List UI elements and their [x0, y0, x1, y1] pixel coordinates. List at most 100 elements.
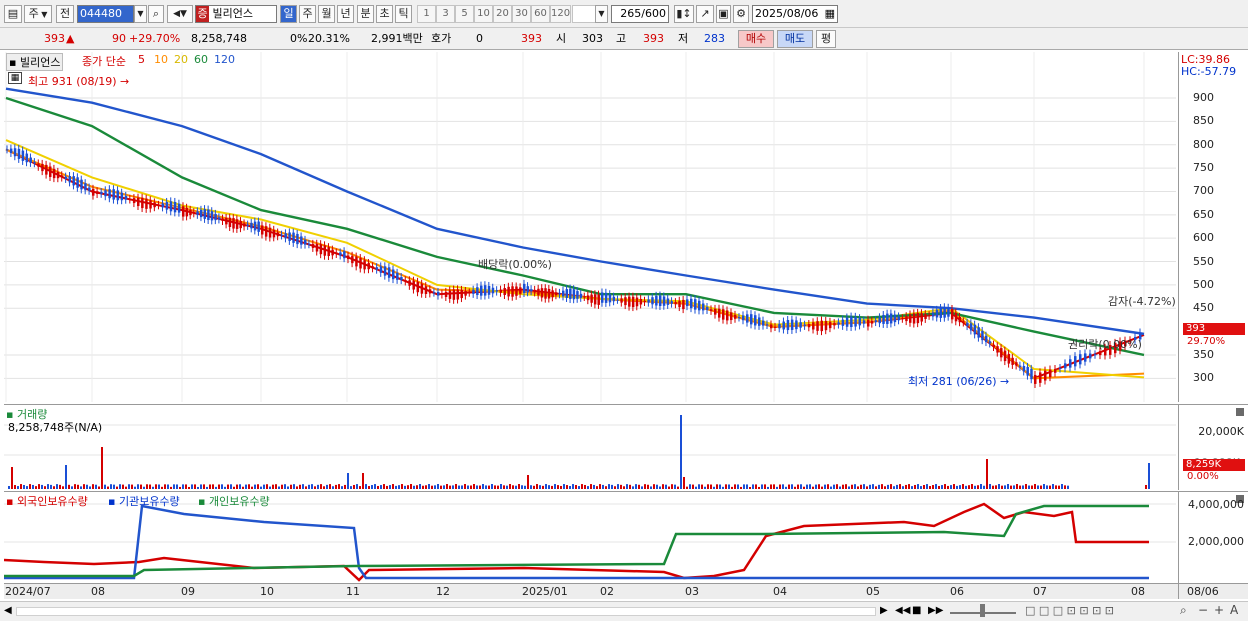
price-legend-name[interactable]: ▪ 빌리언스: [6, 53, 64, 71]
interval-30-button[interactable]: 30: [512, 5, 531, 23]
save-icon[interactable]: ▣: [716, 5, 731, 23]
candle-body: [112, 189, 115, 200]
interval-10-button[interactable]: 10: [474, 5, 493, 23]
holdings-y-axis[interactable]: 4,000,000 2,000,000: [1178, 491, 1248, 583]
volume-bar: [941, 485, 943, 489]
eval-button[interactable]: 평: [816, 30, 836, 48]
sell-button[interactable]: 매도: [777, 30, 813, 48]
stock-code-input[interactable]: 044480: [77, 5, 134, 23]
interval-60-button[interactable]: 60: [531, 5, 550, 23]
code-dropdown-icon[interactable]: ▼: [134, 5, 147, 23]
volume-bar: [851, 484, 853, 489]
volume-chart[interactable]: [4, 405, 1178, 491]
interval-dropdown-icon[interactable]: ▼: [595, 5, 608, 23]
bottom-scrollbar[interactable]: ◀ ▶ ◀◀ ■ ▶▶ □ □ □ ⊡ ⊡ ⊡ ⊡ ⌕ − + A: [0, 601, 1248, 621]
candle-body: [1069, 359, 1072, 368]
volume-bar: [470, 485, 472, 489]
candle-body: [558, 292, 561, 295]
volume-bar: [161, 486, 163, 489]
price-y-axis[interactable]: LC:39.86 HC:-57.79 900 850 800 750 700 650 600…: [1178, 52, 1248, 402]
volume-bar: [329, 484, 331, 489]
volume-bar: [755, 484, 757, 489]
period-minute-button[interactable]: 분: [357, 5, 374, 23]
interval-1-button[interactable]: 1: [417, 5, 436, 23]
candle-body: [935, 309, 939, 318]
price-tick: 750: [1193, 161, 1214, 175]
price-chart[interactable]: [4, 52, 1178, 402]
stock-name-field[interactable]: 증 빌리언스: [195, 5, 277, 23]
date-field[interactable]: 2025/08/06 ▦: [752, 5, 838, 23]
candle-body: [702, 303, 705, 311]
volume-bar: [761, 484, 763, 489]
price-panel[interactable]: ▪ 빌리언스 종가 단순 5 10 20 60 120 ▦ 최고 931 (08…: [4, 52, 1178, 402]
volume-bar: [857, 486, 859, 489]
period-week-button[interactable]: 주: [299, 5, 316, 23]
calendar-icon[interactable]: ▦: [825, 6, 835, 22]
interval-3-button[interactable]: 3: [436, 5, 455, 23]
chart-type-icon[interactable]: ▮↕: [674, 5, 694, 23]
hold-tick-2m: 2,000,000: [1188, 535, 1244, 548]
zoom-out-icon[interactable]: −: [1198, 603, 1208, 617]
candle-body: [782, 321, 785, 330]
sound-icon[interactable]: ◀▼: [167, 5, 193, 23]
holdings-panel[interactable]: ▪ 외국인보유수량 ▪ 기관보유수량 ▪ 개인보유수량: [4, 491, 1178, 583]
bar-count-field[interactable]: 265/600: [611, 5, 669, 23]
period-second-button[interactable]: 초: [376, 5, 393, 23]
gear-icon[interactable]: ⚙: [733, 5, 749, 23]
volume-bar: [671, 484, 673, 489]
volume-bar: [713, 486, 715, 489]
scroll-right-icon[interactable]: ▶: [880, 605, 888, 616]
zoom-search-icon[interactable]: ⌕: [1180, 603, 1187, 618]
volume-bar: [404, 485, 406, 489]
period-day-button[interactable]: 일: [280, 5, 297, 23]
price-tick: 850: [1193, 114, 1214, 128]
draw-icon[interactable]: ↗: [696, 5, 714, 23]
buy-button[interactable]: 매수: [738, 30, 774, 48]
volume-bar: [965, 485, 967, 489]
hoga-price: 393: [521, 32, 542, 45]
candle-body: [803, 324, 807, 326]
scroll-left-icon[interactable]: ◀: [4, 605, 12, 616]
candle-body: [816, 321, 819, 331]
candle-body: [828, 321, 832, 329]
candle-body: [383, 266, 387, 276]
zoom-in-icon[interactable]: +: [1214, 603, 1224, 617]
menu-icon[interactable]: ▤: [4, 5, 22, 23]
x-axis[interactable]: 2024/07 08 09 10 11 12 2025/01 02 03 04 …: [4, 583, 1178, 599]
volume-bar: [488, 485, 490, 489]
interval-120-button[interactable]: 120: [550, 5, 571, 23]
volume-y-axis[interactable]: 20,000K 10,000K 8,259K 0.00%: [1178, 404, 1248, 490]
prefix-button[interactable]: 전: [56, 5, 74, 23]
scroll-track[interactable]: [16, 607, 876, 616]
interval-5-button[interactable]: 5: [455, 5, 474, 23]
volume-bar: [149, 484, 151, 489]
volume-bar: [875, 486, 877, 489]
candle-body: [483, 285, 487, 296]
stop-icon[interactable]: ■: [912, 605, 921, 616]
open-price: 303: [582, 32, 603, 45]
zoom-slider-handle[interactable]: [980, 604, 985, 617]
interval-20-button[interactable]: 20: [493, 5, 512, 23]
period-tick-button[interactable]: 틱: [395, 5, 412, 23]
volume-bar: [8, 485, 10, 489]
search-icon[interactable]: ⌕: [148, 5, 164, 23]
period-year-button[interactable]: 년: [337, 5, 354, 23]
candle-body: [590, 294, 593, 303]
font-size-icon[interactable]: A: [1230, 603, 1238, 617]
rewind-icon[interactable]: ◀◀: [895, 605, 910, 616]
volume-bar: [104, 484, 106, 489]
volume-bar: [788, 484, 790, 489]
volume-bar: [332, 486, 334, 489]
volume-bar: [899, 484, 901, 489]
volume-close-icon[interactable]: [1236, 408, 1244, 416]
candle-body: [1044, 370, 1047, 381]
fast-forward-icon[interactable]: ▶▶: [928, 605, 943, 616]
holdings-chart[interactable]: [4, 492, 1178, 584]
table-icon[interactable]: ▦: [8, 72, 22, 84]
market-select[interactable]: 주 ▼: [24, 5, 52, 23]
layout-icons[interactable]: □ □ □ ⊡ ⊡ ⊡ ⊡: [1025, 604, 1114, 617]
period-month-button[interactable]: 월: [318, 5, 335, 23]
volume-bar: [989, 484, 991, 489]
volume-panel[interactable]: ▪ 거래량 8,258,748주(N/A): [4, 404, 1178, 490]
institution-holdings-label: ▪ 기관보유수량: [108, 495, 180, 508]
